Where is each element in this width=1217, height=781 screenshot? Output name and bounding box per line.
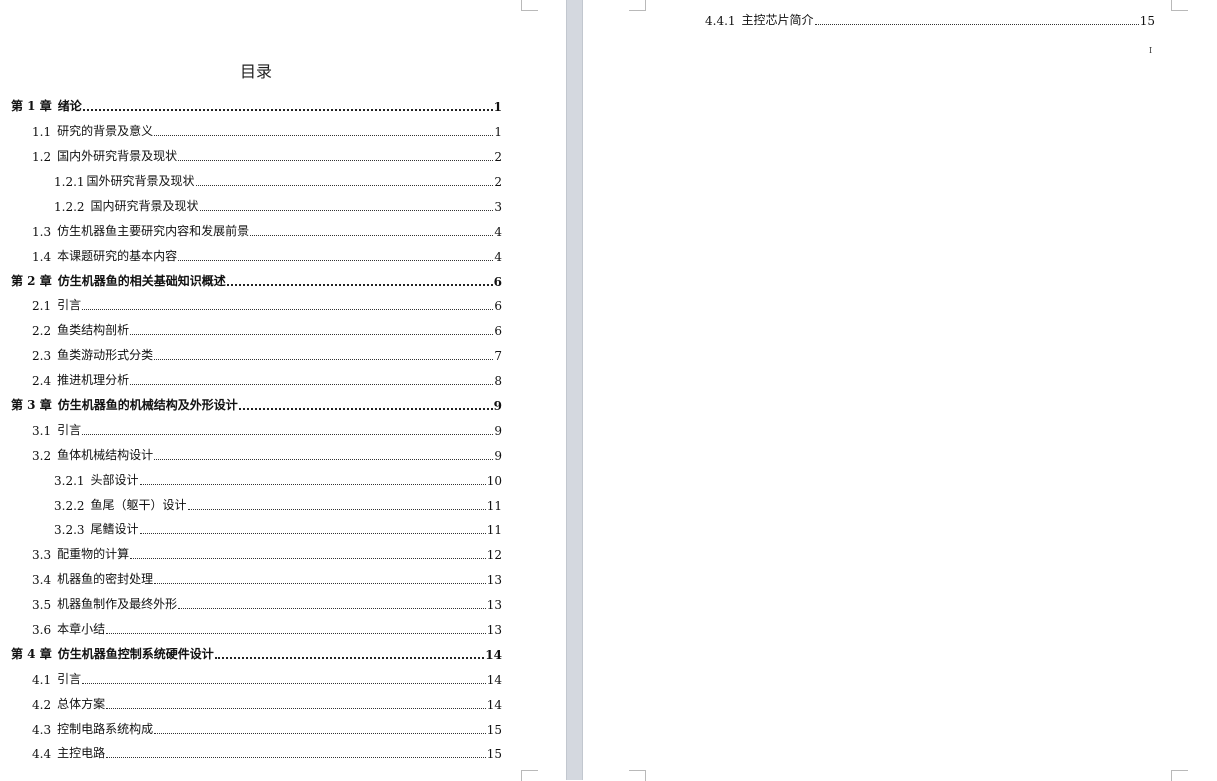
- toc-entry[interactable]: 1.3 仿生机器鱼主要研究内容和发展前景 4: [32, 215, 502, 239]
- toc-entry[interactable]: 3.5 机器鱼制作及最终外形 13: [32, 588, 502, 612]
- toc-entry[interactable]: 第 4 章仿生机器鱼控制系统硬件设计 14: [11, 638, 502, 662]
- page-corner-mark: [521, 770, 538, 781]
- toc-entry[interactable]: 3.2.2 鱼尾（躯干）设计 11: [54, 489, 502, 513]
- toc-entry[interactable]: 1.2.1 国外研究背景及现状 2: [54, 165, 502, 189]
- toc-entry[interactable]: 3.2.1 头部设计 10: [54, 464, 502, 488]
- toc-entry[interactable]: 2.1 引言 6: [32, 289, 502, 313]
- document-page-left: 目录 第 1 章绪论 1 1.1 研究的背景及意义 1 1.2 国内外研究背景及现状 2 …: [0, 0, 566, 781]
- toc-entry[interactable]: 4.4 主控电路 15: [32, 737, 502, 761]
- toc-entry[interactable]: 1.1 研究的背景及意义 1: [32, 115, 502, 139]
- page-number: I: [1149, 46, 1153, 55]
- toc-entry[interactable]: 第 3 章仿生机器鱼的机械结构及外形设计 9: [11, 389, 502, 413]
- toc-entry[interactable]: 第 2 章仿生机器鱼的相关基础知识概述 6: [11, 265, 502, 289]
- toc-entry[interactable]: 3.2 鱼体机械结构设计 9: [32, 439, 502, 463]
- toc-entry[interactable]: 2.4 推进机理分析 8: [32, 364, 502, 388]
- page-gutter: [566, 0, 583, 780]
- toc-entry[interactable]: 3.6 本章小结 13: [32, 613, 502, 637]
- toc-entry[interactable]: 4.4.1 主控芯片简介 15: [705, 6, 1155, 28]
- page-corner-mark: [629, 770, 646, 781]
- toc-entry[interactable]: 4.2 总体方案 14: [32, 688, 502, 712]
- page-corner-mark: [521, 0, 538, 11]
- page-corner-mark: [1171, 0, 1188, 11]
- toc-entry[interactable]: 3.2.3 尾鳍设计 11: [54, 513, 502, 537]
- toc-entry[interactable]: 1.2 国内外研究背景及现状 2: [32, 140, 502, 164]
- page-corner-mark: [629, 0, 646, 11]
- toc-entry[interactable]: 1.4 本课题研究的基本内容 4: [32, 240, 502, 264]
- toc-title: 目录: [239, 62, 272, 81]
- toc-entry[interactable]: 3.4 机器鱼的密封处理 13: [32, 563, 502, 587]
- toc-entry[interactable]: 2.3 鱼类游动形式分类 7: [32, 339, 502, 363]
- toc-entry[interactable]: 1.2.2 国内研究背景及现状 3: [54, 190, 502, 214]
- toc-entry[interactable]: 4.1 引言 14: [32, 663, 502, 687]
- toc-entry[interactable]: 3.1 引言 9: [32, 414, 502, 438]
- toc-entry[interactable]: 4.3 控制电路系统构成 15: [32, 713, 502, 737]
- toc-entry[interactable]: 3.3 配重物的计算 12: [32, 538, 502, 562]
- document-page-right: [583, 0, 1217, 781]
- toc-entry[interactable]: 2.2 鱼类结构剖析 6: [32, 314, 502, 338]
- page-corner-mark: [1171, 770, 1188, 781]
- toc-entry[interactable]: 第 1 章绪论 1: [11, 90, 502, 114]
